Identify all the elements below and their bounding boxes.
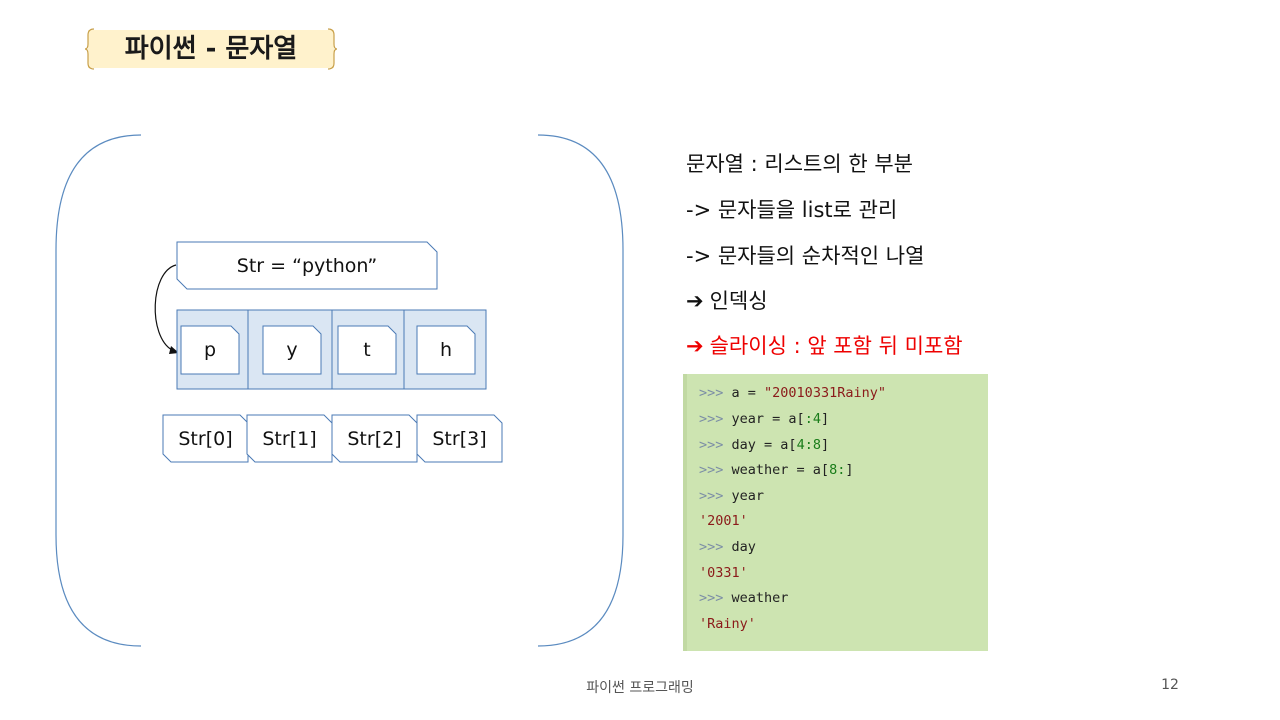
index-box-1: Str[1]	[262, 427, 317, 450]
code-line: >>> year	[699, 488, 765, 504]
code-line: >>> a = "20010331Rainy"	[699, 385, 886, 401]
index-box-3: Str[3]	[432, 427, 487, 450]
char-box-p: p	[203, 339, 217, 361]
char-box-t: t	[363, 339, 371, 361]
code-line: >>> year = a[:4]	[699, 411, 830, 427]
char-box-y: y	[286, 339, 298, 361]
assignment-box: Str = “python”	[236, 254, 378, 277]
code-line: >>> weather = a[8:]	[699, 462, 854, 478]
code-snippet-panel: >>> a = "20010331Rainy" >>> year = a[:4]…	[683, 374, 988, 651]
bullet-indexing: ➔ 인덱싱	[686, 285, 768, 315]
code-line: >>> day = a[4:8]	[699, 437, 830, 453]
bullet-slicing: ➔ 슬라이싱 : 앞 포함 뒤 미포함	[686, 330, 963, 360]
arrow-right-icon: ➔	[686, 334, 704, 358]
index-box-0: Str[0]	[178, 427, 233, 450]
code-output: '2001'	[699, 513, 748, 529]
slide-footer: 파이썬 프로그래밍	[586, 680, 694, 696]
code-line: >>> day	[699, 539, 756, 555]
bullet-slicing-text: 슬라이싱 : 앞 포함 뒤 미포함	[709, 334, 963, 358]
code-line: >>> weather	[699, 590, 789, 606]
code-output: '0331'	[699, 565, 748, 581]
char-box-h: h	[439, 339, 453, 361]
index-box-2: Str[2]	[347, 427, 402, 450]
bullet-indexing-text: 인덱싱	[709, 289, 768, 313]
code-output: 'Rainy'	[699, 616, 756, 632]
page-number: 12	[1161, 677, 1179, 693]
bullet-sequence: -> 문자들의 순차적인 나열	[686, 244, 925, 268]
bullet-definition: 문자열 : 리스트의 한 부분	[686, 152, 913, 176]
bullet-list-management: -> 문자들을 list로 관리	[686, 198, 898, 222]
arrow-right-icon: ➔	[686, 289, 704, 313]
